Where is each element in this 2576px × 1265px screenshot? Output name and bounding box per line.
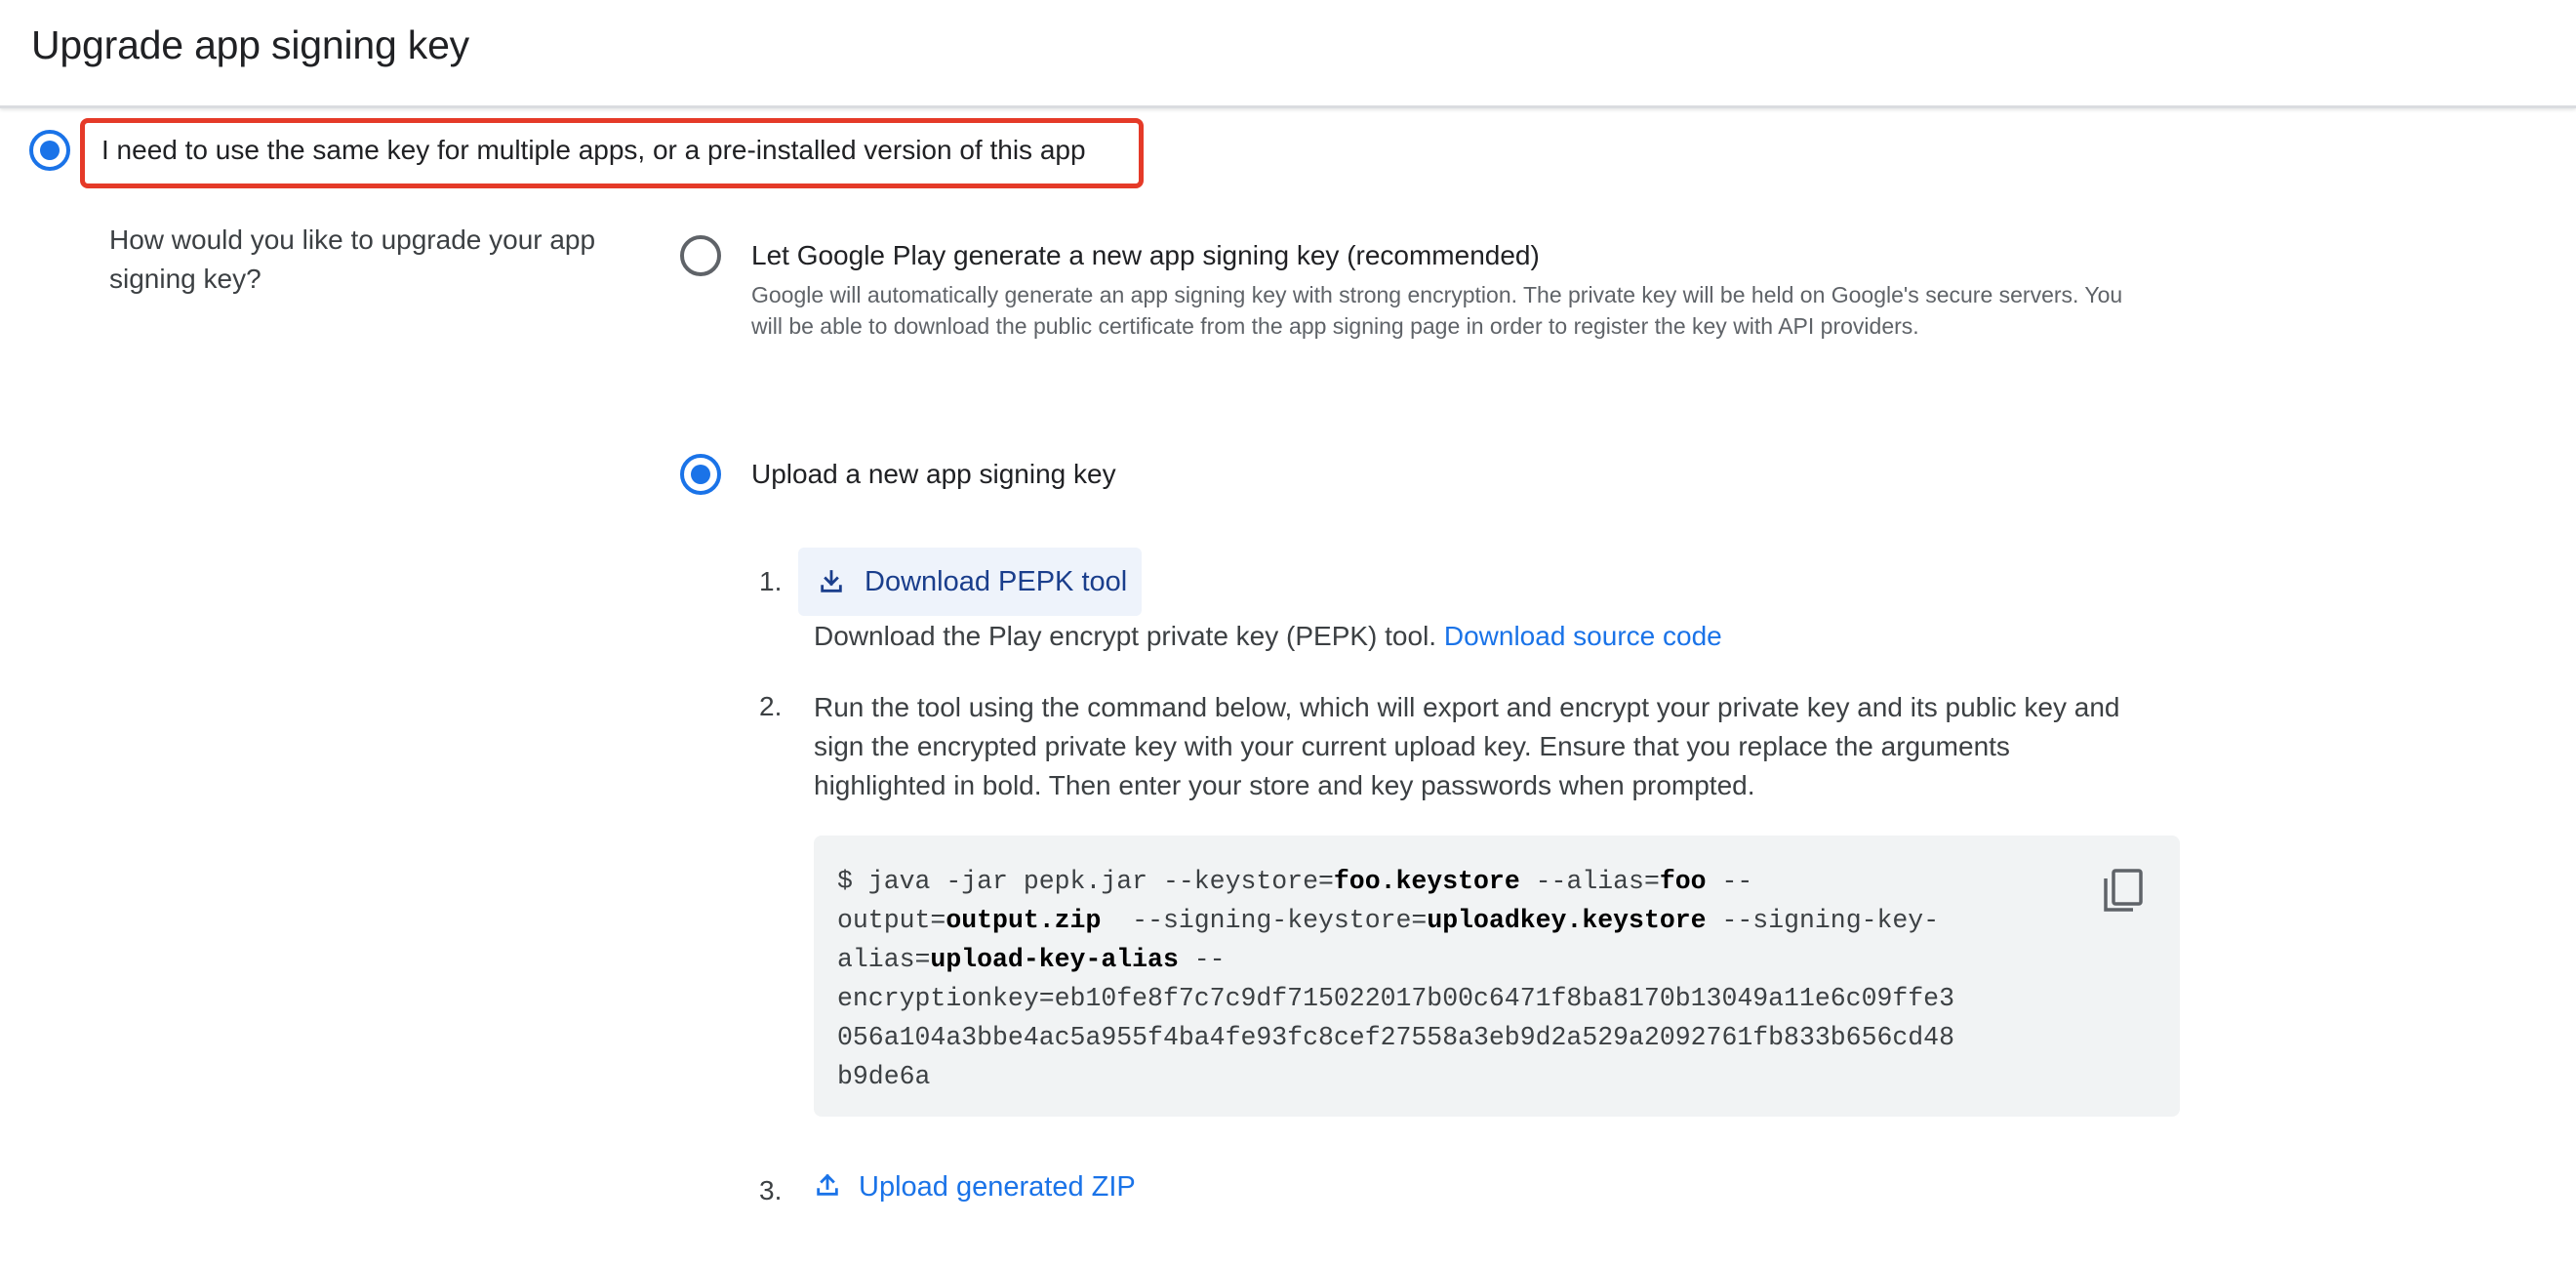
download-pepk-tool-button[interactable]: Download PEPK tool — [798, 548, 1142, 616]
code-line-1: $ java -jar pepk.jar --keystore=foo.keys… — [837, 867, 1753, 896]
code-line-2: output=output.zip --signing-keystore=upl… — [837, 906, 1940, 935]
code-line-5: 056a104a3bbe4ac5a955f4ba4fe93fc8cef27558… — [837, 1023, 1954, 1052]
code-line-3: alias=upload-key-alias -- — [837, 945, 1226, 974]
download-source-code-link[interactable]: Download source code — [1444, 621, 1722, 651]
upload-generated-zip-button[interactable]: Upload generated ZIP — [814, 1171, 1136, 1204]
radio-same-key-multiple-apps[interactable] — [29, 130, 70, 171]
radio-upload-new-key[interactable] — [680, 454, 721, 495]
download-pepk-tool-label: Download PEPK tool — [865, 565, 1128, 597]
step-1-text: Download the Play encrypt private key (P… — [814, 617, 1722, 656]
step-2-line-2: sign the encrypted private key with your… — [814, 731, 2010, 761]
same-key-option-label[interactable]: I need to use the same key for multiple … — [101, 133, 1086, 168]
upload-new-key-label[interactable]: Upload a new app signing key — [751, 457, 1116, 492]
radio-google-generate[interactable] — [680, 235, 721, 276]
pepk-command-code-block[interactable]: $ java -jar pepk.jar --keystore=foo.keys… — [814, 836, 2180, 1117]
pepk-description: Download the Play encrypt private key (P… — [814, 621, 1437, 651]
upgrade-question: How would you like to upgrade your app s… — [109, 224, 596, 294]
google-generate-description: Google will automatically generate an ap… — [751, 282, 2123, 339]
code-line-4: encryptionkey=eb10fe8f7c7c9df715022017b0… — [837, 984, 1954, 1013]
step-2-line-3: highlighted in bold. Then enter your sto… — [814, 770, 1755, 800]
download-icon — [818, 568, 845, 595]
code-line-6: b9de6a — [837, 1062, 931, 1091]
google-generate-label[interactable]: Let Google Play generate a new app signi… — [751, 238, 1540, 273]
page-header: Upgrade app signing key — [0, 0, 2576, 108]
step-3-number: 3. — [759, 1175, 783, 1205]
step-2-instructions: Run the tool using the command below, wh… — [814, 688, 2199, 805]
step-2-number: 2. — [759, 691, 783, 721]
step-1-number: 1. — [759, 566, 783, 596]
page-title: Upgrade app signing key — [31, 22, 469, 67]
copy-icon[interactable] — [2102, 867, 2145, 914]
step-2-line-1: Run the tool using the command below, wh… — [814, 692, 2120, 722]
upload-generated-zip-label: Upload generated ZIP — [859, 1171, 1136, 1203]
upload-icon — [814, 1171, 841, 1204]
